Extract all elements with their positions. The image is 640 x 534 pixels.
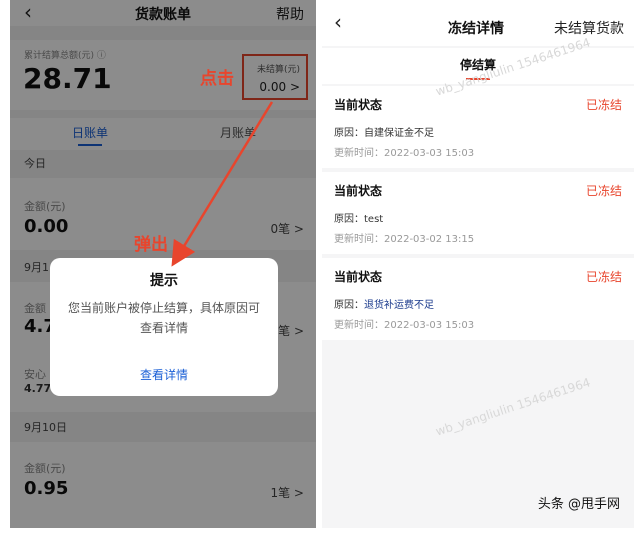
status-label: 当前状态 [334, 98, 383, 112]
status-badge: 已冻结 [585, 184, 622, 198]
freeze-status-card: 当前状态 已冻结 原因：退货补运费不足 更新时间：2022-03-03 15:0… [322, 258, 634, 340]
freeze-reason: 原因：退货补运费不足 [334, 300, 434, 311]
update-time: 更新时间：2022-03-02 13:15 [334, 234, 475, 245]
source-credit: 头条 @甩手网 [537, 497, 620, 512]
update-time: 更新时间：2022-03-03 15:03 [334, 320, 475, 331]
page-title: 冻结详情 [448, 21, 504, 37]
freeze-status-card: 当前状态 已冻结 原因：test 更新时间：2022-03-02 13:15 [322, 172, 634, 254]
status-label: 当前状态 [334, 270, 383, 284]
left-phone-screen: ‹ 货款账单 帮助 累计结算总额(元) ⓘ 28.71 未结算(元) 0.00 … [10, 0, 316, 528]
freeze-reason: 原因：自建保证金不足 [334, 128, 434, 139]
annotation-arrow [171, 101, 274, 267]
update-time: 更新时间：2022-03-03 15:03 [334, 148, 475, 159]
back-icon[interactable]: ‹ [334, 10, 342, 34]
freeze-status-card: 当前状态 已冻结 原因：自建保证金不足 更新时间：2022-03-03 15:0… [322, 86, 634, 168]
screenshot-canvas: ‹ 货款账单 帮助 累计结算总额(元) ⓘ 28.71 未结算(元) 0.00 … [0, 0, 640, 534]
freeze-reason: 原因：test [334, 214, 384, 225]
right-phone-screen: ‹ 冻结详情 未结算货款 停结算 当前状态 已冻结 原因：自建保证金不足 更新时… [322, 0, 634, 528]
unsettled-payment-link[interactable]: 未结算货款 [554, 18, 624, 38]
status-label: 当前状态 [334, 184, 383, 198]
status-badge: 已冻结 [585, 270, 622, 284]
watermark: wb_yangliulin 1546461964 [433, 375, 593, 439]
status-badge: 已冻结 [585, 98, 622, 112]
